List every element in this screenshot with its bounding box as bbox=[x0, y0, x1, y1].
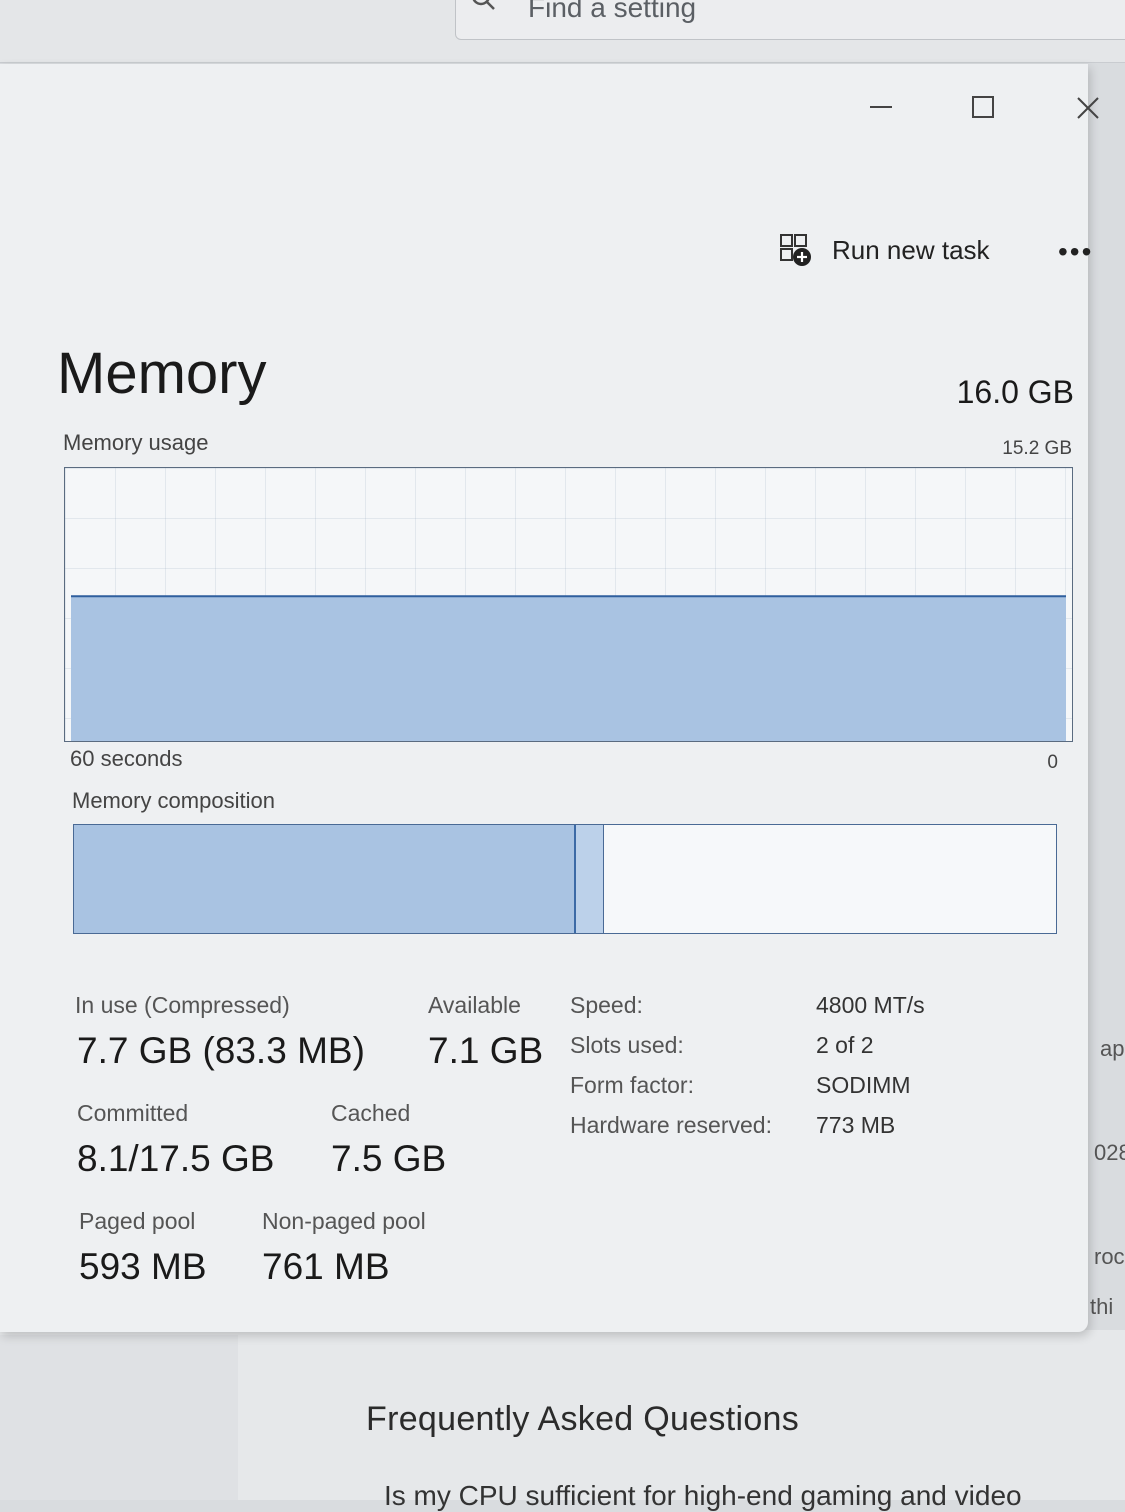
hardware-reserved-value: 773 MB bbox=[816, 1112, 896, 1138]
form-factor-value: SODIMM bbox=[816, 1072, 911, 1098]
slots-used-label: Slots used: bbox=[570, 1032, 684, 1058]
paged-pool-value: 593 MB bbox=[79, 1246, 207, 1287]
maximize-button[interactable] bbox=[952, 84, 1012, 134]
hardware-reserved-label: Hardware reserved: bbox=[570, 1112, 772, 1138]
faq-question[interactable]: Is my CPU sufficient for high-end gaming… bbox=[384, 1480, 1022, 1512]
close-button[interactable] bbox=[1058, 84, 1118, 134]
in-use-value: 7.7 GB (83.3 MB) bbox=[77, 1030, 365, 1071]
search-icon bbox=[472, 0, 495, 10]
memory-composition-bar bbox=[73, 824, 1057, 934]
speed-value: 4800 MT/s bbox=[816, 992, 925, 1018]
memory-usage-chart bbox=[71, 595, 1066, 741]
composition-modified-segment bbox=[573, 825, 606, 933]
available-label: Available bbox=[428, 992, 521, 1018]
background-text-fragment: roc bbox=[1094, 1244, 1125, 1269]
close-icon bbox=[1077, 97, 1099, 119]
task-manager-window: Run new task ••• Memory 16.0 GB Memory u… bbox=[0, 64, 1099, 1332]
minimize-button[interactable] bbox=[850, 84, 910, 134]
committed-label: Committed bbox=[77, 1100, 189, 1126]
background-text-fragment: 028 bbox=[1094, 1140, 1125, 1165]
run-task-icon bbox=[780, 234, 811, 266]
run-new-task-button[interactable]: Run new task bbox=[778, 230, 990, 270]
speed-label: Speed: bbox=[570, 992, 643, 1018]
composition-standby-segment bbox=[603, 825, 1056, 933]
usage-area bbox=[71, 596, 1066, 741]
memory-usage-max: 15.2 GB bbox=[1002, 438, 1072, 459]
in-use-label: In use (Compressed) bbox=[75, 992, 290, 1018]
memory-usage-label: Memory usage bbox=[63, 430, 209, 455]
graph-time-span-label: 60 seconds bbox=[70, 746, 183, 771]
page-title: Memory bbox=[57, 341, 267, 406]
committed-value: 8.1/17.5 GB bbox=[77, 1138, 275, 1179]
settings-nav-pane bbox=[0, 1335, 238, 1500]
run-new-task-label: Run new task bbox=[832, 234, 990, 265]
paged-pool-label: Paged pool bbox=[79, 1208, 196, 1234]
memory-total: 16.0 GB bbox=[956, 374, 1074, 410]
non-paged-pool-label: Non-paged pool bbox=[262, 1208, 426, 1234]
memory-usage-graph bbox=[64, 467, 1073, 742]
form-factor-label: Form factor: bbox=[570, 1072, 694, 1098]
cached-value: 7.5 GB bbox=[331, 1138, 447, 1179]
title-bar[interactable] bbox=[0, 64, 1099, 158]
available-value: 7.1 GB bbox=[428, 1030, 544, 1071]
background-text-fragment: thi bbox=[1090, 1294, 1114, 1319]
background-text-fragment: ap bbox=[1100, 1036, 1125, 1061]
more-options-button[interactable]: ••• bbox=[1058, 236, 1093, 268]
composition-in-use-segment bbox=[74, 825, 574, 933]
graph-time-end-label: 0 bbox=[1047, 752, 1058, 773]
memory-composition-label: Memory composition bbox=[72, 788, 275, 813]
settings-search-placeholder: Find a setting bbox=[528, 0, 697, 23]
non-paged-pool-value: 761 MB bbox=[262, 1246, 390, 1287]
faq-heading: Frequently Asked Questions bbox=[366, 1400, 800, 1438]
cached-label: Cached bbox=[331, 1100, 411, 1126]
slots-used-value: 2 of 2 bbox=[816, 1032, 874, 1058]
